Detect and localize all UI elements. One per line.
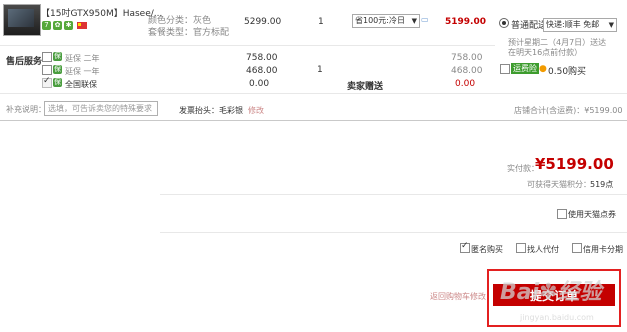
invoice-label: 发票抬头： bbox=[179, 106, 219, 115]
divider bbox=[0, 93, 627, 94]
anonymous-checkbox[interactable] bbox=[460, 241, 470, 253]
courier-select[interactable]: 快递:顺丰 免邮 ▼ bbox=[543, 18, 617, 32]
divider bbox=[160, 232, 627, 233]
warranty-icon: 保 bbox=[53, 65, 62, 74]
remark-input[interactable]: 选填，可告诉卖您的特殊要求 bbox=[44, 101, 158, 116]
freight-insurance-checkbox[interactable] bbox=[500, 64, 510, 74]
watermark-logo: Bai✽经验 bbox=[500, 280, 602, 305]
use-coupon-label: 使用天猫点券 bbox=[568, 210, 616, 219]
attr-package-value: 官方标配 bbox=[193, 28, 230, 38]
warranty-2y-subtotal: 758.00 bbox=[451, 53, 483, 63]
unit-price: 5299.00 bbox=[244, 17, 282, 27]
credit-installment-checkbox[interactable] bbox=[572, 243, 582, 253]
warranty-icon: 保 bbox=[53, 78, 62, 87]
anonymous-label: 匿名购买 bbox=[471, 245, 503, 254]
product-quantity: 1 bbox=[318, 17, 324, 27]
back-to-cart-link[interactable]: 返回购物车修改 bbox=[430, 291, 486, 302]
chat-icon[interactable]: ▭ bbox=[421, 15, 429, 24]
remark-label: 补充说明： bbox=[6, 105, 46, 114]
coupon-select-value: 省100元:冷日 bbox=[355, 16, 405, 25]
shipping-radio[interactable] bbox=[499, 18, 509, 28]
warranty-1y-label[interactable]: 延保 一年 bbox=[65, 66, 100, 77]
warranty-2y-checkbox[interactable] bbox=[42, 52, 52, 62]
warranty-2y-label[interactable]: 延保 二年 bbox=[65, 53, 100, 64]
use-coupon-checkbox[interactable] bbox=[557, 209, 567, 219]
warranty-icon: 保 bbox=[53, 52, 62, 61]
warranty-1y-price: 468.00 bbox=[246, 66, 278, 76]
divider bbox=[0, 45, 495, 46]
divider bbox=[0, 120, 627, 121]
warranty-1y-checkbox[interactable] bbox=[42, 65, 52, 75]
freight-insurance-badge: 运费险 bbox=[511, 63, 539, 74]
warranty-1y-subtotal: 468.00 bbox=[451, 66, 483, 76]
points-value: 519点 bbox=[590, 180, 614, 189]
shipping-option-label: 普通配送 bbox=[511, 21, 548, 31]
actual-pay-value: ¥5199.00 bbox=[535, 155, 614, 173]
badge-icon-shield: ✿ bbox=[53, 21, 62, 30]
store-total: 店铺合计(含运费)：¥5199.00 bbox=[514, 106, 623, 115]
badge-icon-star: ✱ bbox=[64, 21, 73, 30]
pay-for-other-label: 找人代付 bbox=[527, 245, 559, 254]
national-warranty-checkbox bbox=[42, 76, 52, 88]
flag-icon bbox=[77, 22, 87, 29]
product-subtotal: 5199.00 bbox=[445, 17, 486, 27]
product-title[interactable]: 【15吋GTX950M】Hasee/... bbox=[41, 6, 162, 19]
badge-icon-7: 7 bbox=[42, 21, 51, 30]
attr-package: 套餐类型：官方标配 bbox=[148, 25, 229, 38]
product-thumbnail[interactable] bbox=[3, 4, 41, 36]
credit-installment-label: 信用卡分期 bbox=[583, 245, 623, 254]
courier-select-value: 快递:顺丰 免邮 bbox=[546, 20, 600, 29]
attr-package-key: 套餐类型： bbox=[148, 28, 194, 38]
national-warranty-label: 全国联保 bbox=[65, 80, 97, 89]
delivery-estimate-line2: 在明天16点前付款） bbox=[508, 48, 583, 57]
points-label: 可获得天猫积分： bbox=[527, 180, 591, 189]
chevron-down-icon: ▼ bbox=[608, 21, 614, 29]
national-warranty-price: 0.00 bbox=[249, 79, 270, 89]
info-icon: ● bbox=[539, 64, 547, 74]
freight-insurance-text: 0.50购买 bbox=[548, 67, 587, 77]
after-sales-label: 售后服务 bbox=[6, 57, 43, 67]
coupon-select[interactable]: 省100元:冷日 ▼ bbox=[352, 14, 420, 28]
seller-gift-label: 卖家赠送 bbox=[347, 82, 384, 92]
pay-for-other-checkbox[interactable] bbox=[516, 243, 526, 253]
warranty-quantity: 1 bbox=[317, 65, 323, 75]
watermark-url: jingyan.baidu.com bbox=[520, 313, 594, 322]
invoice-value: 毛彩银 bbox=[219, 106, 243, 115]
divider bbox=[160, 194, 627, 195]
invoice-edit-link[interactable]: 修改 bbox=[248, 105, 264, 116]
chevron-down-icon: ▼ bbox=[411, 17, 417, 25]
national-warranty-subtotal: 0.00 bbox=[455, 79, 476, 89]
warranty-2y-price: 758.00 bbox=[246, 53, 278, 63]
